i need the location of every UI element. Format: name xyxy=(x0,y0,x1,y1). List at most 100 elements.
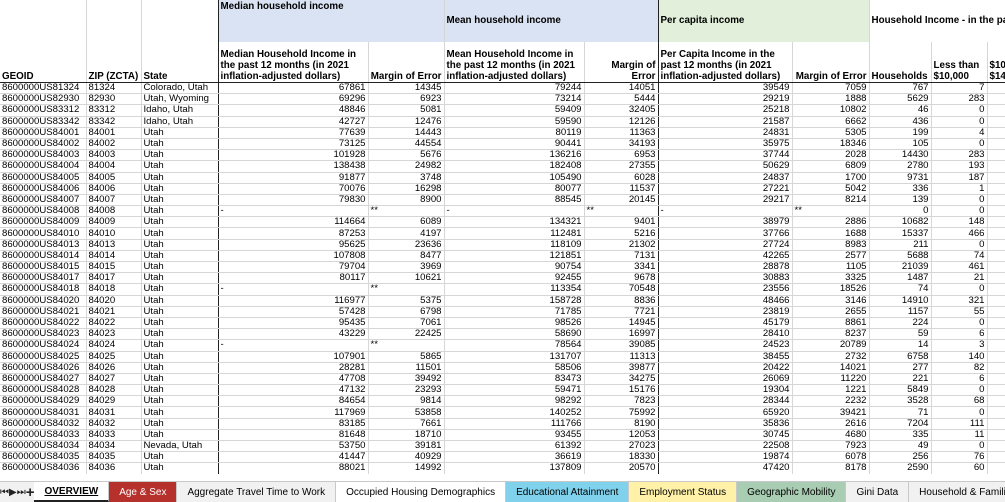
cell-mean-income[interactable]: 98526 xyxy=(444,317,585,330)
cell-per-capita[interactable]: 24837 xyxy=(658,172,793,184)
cell-households[interactable]: 15337 xyxy=(869,227,932,240)
cell-less-than-10000[interactable]: 3 xyxy=(931,339,988,352)
cell-moe-per-capita[interactable]: 3146 xyxy=(792,295,870,307)
cell-moe-per-capita[interactable]: 1700 xyxy=(792,172,870,184)
cell-state[interactable]: Idaho, Utah xyxy=(141,104,219,117)
cell-median-income[interactable]: 116977 xyxy=(218,295,369,307)
cell-less-than-10000[interactable]: 187 xyxy=(931,172,988,184)
cell-median-income[interactable]: 73125 xyxy=(218,138,369,151)
cell-moe-per-capita[interactable]: 8214 xyxy=(792,194,870,207)
cell-households[interactable]: 74 xyxy=(869,283,932,296)
cell-zip[interactable]: 84001 xyxy=(86,127,142,139)
cell-moe-median[interactable]: 8900 xyxy=(368,194,445,207)
cell-mean-income[interactable]: 121851 xyxy=(444,250,585,263)
cell-empty[interactable] xyxy=(987,261,1005,274)
cell-mean-income[interactable]: 61392 xyxy=(444,440,585,453)
group-header-median[interactable]: Median household income xyxy=(218,0,445,42)
cell-per-capita[interactable]: 30745 xyxy=(658,429,793,442)
cell-state[interactable]: Nevada, Utah xyxy=(141,440,219,453)
cell-geoid[interactable]: 8600000US84013 xyxy=(0,239,87,251)
sheet-tab[interactable]: Gini Data xyxy=(846,482,910,502)
header-next-bracket[interactable]: $10 $14 xyxy=(987,42,1005,83)
cell-moe-per-capita[interactable]: 2655 xyxy=(792,306,870,318)
cell-per-capita[interactable]: 27221 xyxy=(658,183,793,195)
cell-geoid[interactable]: 8600000US84031 xyxy=(0,406,87,419)
cell-empty[interactable] xyxy=(987,406,1005,419)
cell-moe-per-capita[interactable]: 2886 xyxy=(792,216,870,229)
cell-median-income[interactable]: 69296 xyxy=(218,93,369,106)
last-sheet-button[interactable]: ⏭ xyxy=(17,482,26,502)
cell-moe-median[interactable]: 11501 xyxy=(368,362,445,374)
cell-moe-mean[interactable]: 27023 xyxy=(584,440,659,453)
cell-moe-median[interactable]: 23293 xyxy=(368,384,445,397)
cell-per-capita[interactable]: 42265 xyxy=(658,250,793,263)
cell-households[interactable]: 1487 xyxy=(869,272,932,285)
cell-moe-median[interactable]: 10621 xyxy=(368,272,445,285)
cell-median-income[interactable]: 70076 xyxy=(218,183,369,195)
cell-per-capita[interactable]: 35975 xyxy=(658,138,793,151)
cell-state[interactable]: Utah xyxy=(141,127,219,139)
cell-less-than-10000[interactable]: 11 xyxy=(931,429,988,442)
cell-geoid[interactable]: 8600000US84032 xyxy=(0,418,87,430)
cell-per-capita[interactable]: 30883 xyxy=(658,272,793,285)
cell-state[interactable]: Utah xyxy=(141,261,219,274)
cell-per-capita[interactable]: 24831 xyxy=(658,127,793,139)
cell-moe-median[interactable]: 18710 xyxy=(368,429,445,442)
add-sheet-button[interactable]: + xyxy=(26,482,35,502)
cell-per-capita[interactable]: 20422 xyxy=(658,362,793,374)
cell-households[interactable]: 21039 xyxy=(869,261,932,274)
header-margin-of-error[interactable]: Margin of Error xyxy=(584,42,659,83)
cell-moe-per-capita[interactable]: 20789 xyxy=(792,339,870,352)
spreadsheet-grid[interactable]: Median household income Mean household i… xyxy=(0,0,1005,474)
cell-state[interactable]: Utah xyxy=(141,295,219,307)
cell-zip[interactable]: 83342 xyxy=(86,116,142,128)
sheet-tab[interactable]: Age & Sex xyxy=(109,482,178,502)
cell-households[interactable]: 5849 xyxy=(869,384,932,397)
cell-households[interactable]: 1157 xyxy=(869,306,932,318)
cell-state[interactable]: Utah xyxy=(141,183,219,195)
cell-moe-mean[interactable]: 34275 xyxy=(584,373,659,386)
cell-moe-mean[interactable]: 70548 xyxy=(584,283,659,296)
cell-per-capita[interactable]: 35836 xyxy=(658,418,793,430)
cell-per-capita[interactable]: 23556 xyxy=(658,283,793,296)
cell-median-income[interactable]: 81648 xyxy=(218,429,369,442)
cell-households[interactable]: 139 xyxy=(869,194,932,207)
cell-zip[interactable]: 84008 xyxy=(86,205,142,218)
cell-empty[interactable] xyxy=(987,149,1005,162)
cell-households[interactable]: 436 xyxy=(869,116,932,128)
cell-per-capita[interactable]: 45179 xyxy=(658,317,793,330)
cell-per-capita[interactable]: 23819 xyxy=(658,306,793,318)
cell-zip[interactable]: 84025 xyxy=(86,351,142,363)
cell-zip[interactable]: 84015 xyxy=(86,261,142,274)
cell-median-income[interactable]: - xyxy=(218,339,369,352)
cell-zip[interactable]: 84014 xyxy=(86,250,142,263)
cell-households[interactable]: 14 xyxy=(869,339,932,352)
cell-per-capita[interactable]: 21587 xyxy=(658,116,793,128)
cell-mean-income[interactable]: 71785 xyxy=(444,306,585,318)
cell-geoid[interactable]: 8600000US84021 xyxy=(0,306,87,318)
cell-state[interactable]: Utah xyxy=(141,462,219,474)
cell-mean-income[interactable]: 92455 xyxy=(444,272,585,285)
cell-moe-mean[interactable]: 18330 xyxy=(584,451,659,464)
cell-geoid[interactable]: 8600000US84005 xyxy=(0,172,87,184)
cell-median-income[interactable]: 47132 xyxy=(218,384,369,397)
cell-geoid[interactable]: 8600000US82930 xyxy=(0,93,87,106)
cell-per-capita[interactable]: 28878 xyxy=(658,261,793,274)
cell-zip[interactable]: 84022 xyxy=(86,317,142,330)
cell-median-income[interactable]: 47708 xyxy=(218,373,369,386)
cell-geoid[interactable]: 8600000US84026 xyxy=(0,362,87,374)
cell-mean-income[interactable]: 105490 xyxy=(444,172,585,184)
cell-moe-median[interactable]: 3969 xyxy=(368,261,445,274)
cell-moe-per-capita[interactable]: 1105 xyxy=(792,261,870,274)
cell-moe-per-capita[interactable]: 6662 xyxy=(792,116,870,128)
cell-geoid[interactable]: 8600000US84036 xyxy=(0,462,87,474)
cell-moe-median[interactable]: 5865 xyxy=(368,351,445,363)
cell-median-income[interactable]: - xyxy=(218,283,369,296)
cell-less-than-10000[interactable]: 76 xyxy=(931,451,988,464)
cell-geoid[interactable]: 8600000US84006 xyxy=(0,183,87,195)
cell-moe-mean[interactable]: 5216 xyxy=(584,227,659,240)
cell-empty[interactable] xyxy=(987,104,1005,117)
cell-households[interactable]: 2590 xyxy=(869,462,932,474)
cell-median-income[interactable]: 84654 xyxy=(218,395,369,408)
cell-moe-median[interactable]: 6798 xyxy=(368,306,445,318)
